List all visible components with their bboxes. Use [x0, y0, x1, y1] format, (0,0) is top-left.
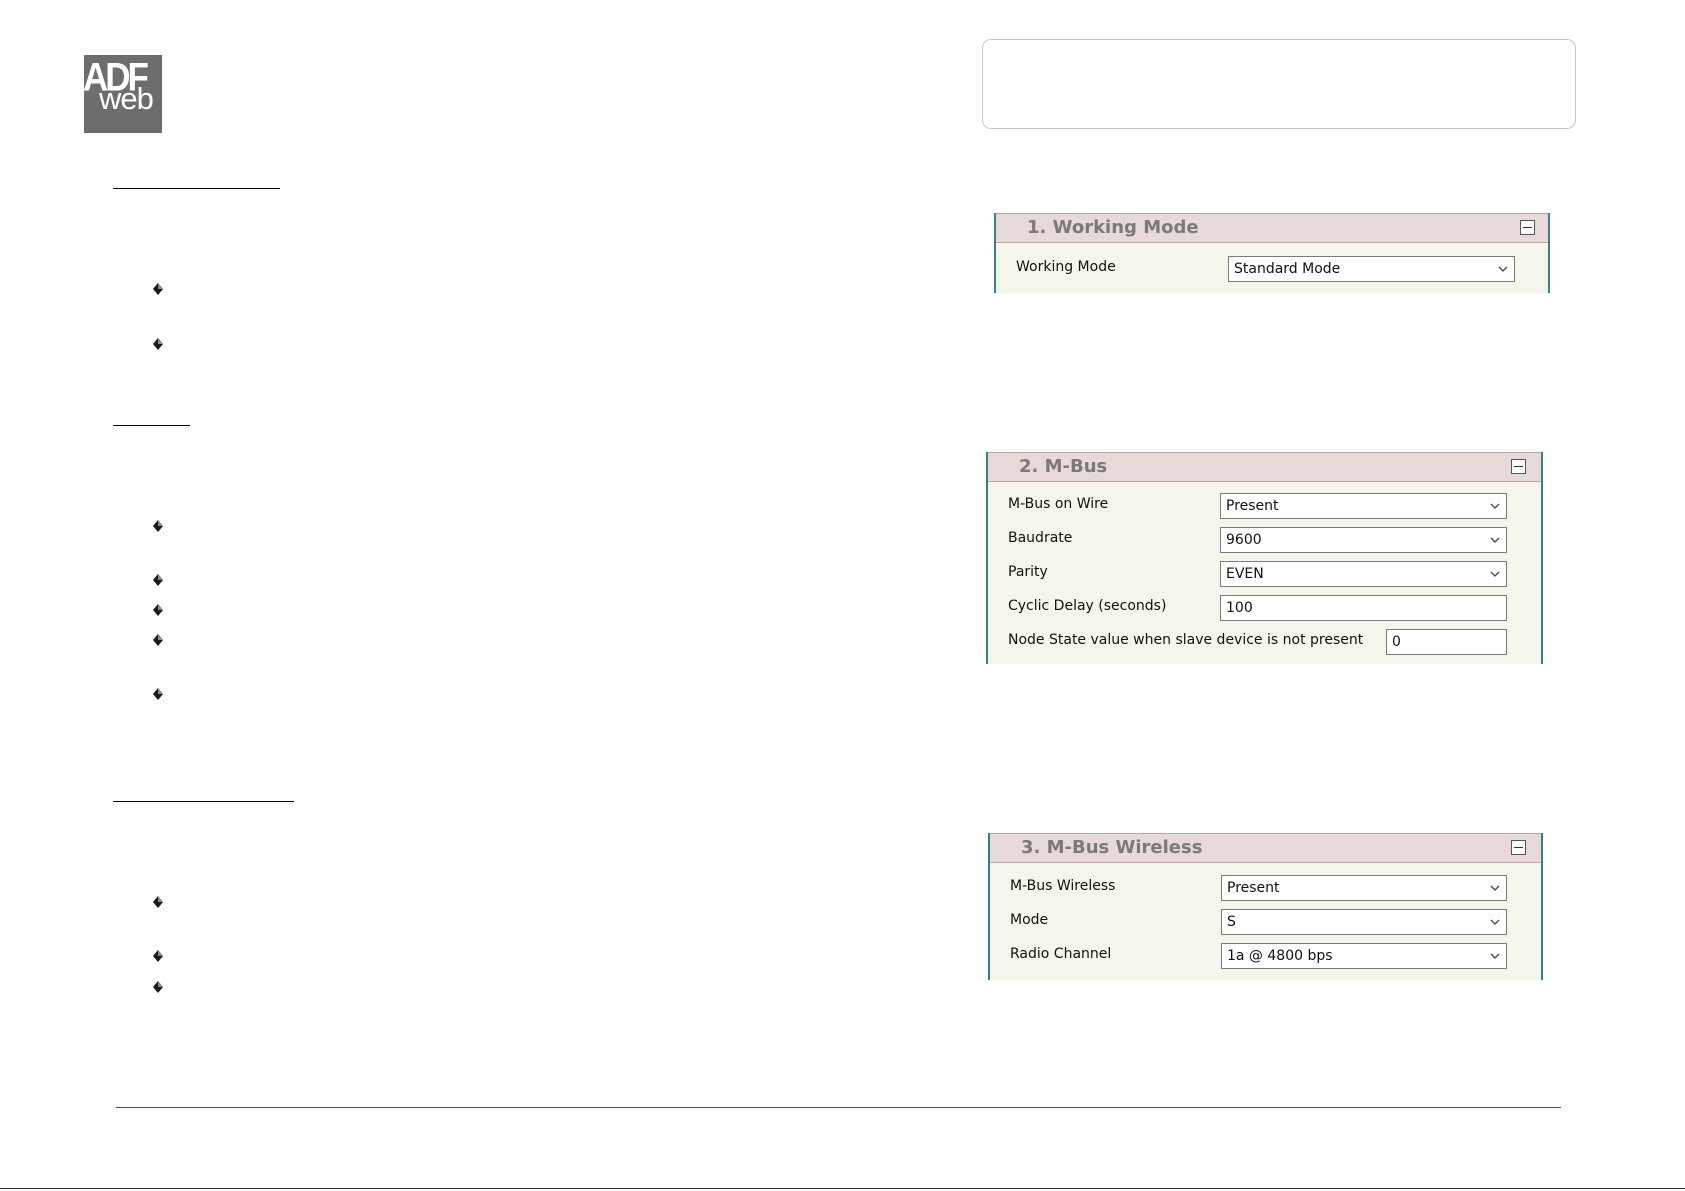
panel-mbus: 2. M-Bus M-Bus on Wire Present Baudrate …: [986, 452, 1543, 664]
working-mode-select[interactable]: Standard Mode: [1228, 256, 1515, 282]
node-state-label: Node State value when slave device is no…: [1008, 632, 1364, 648]
panel-title: 3. M-Bus Wireless: [1021, 837, 1203, 858]
working-mode-label: Working Mode: [1016, 259, 1116, 275]
radio-channel-label: Radio Channel: [1010, 946, 1112, 962]
cyclic-delay-label: Cyclic Delay (seconds): [1008, 598, 1167, 614]
mbus-on-wire-value: Present: [1226, 498, 1279, 514]
panel-header: 1. Working Mode: [996, 213, 1548, 243]
footer-rule: [116, 1107, 1561, 1108]
diamond-arrow-bullet-icon: [151, 519, 165, 533]
chevron-down-icon: [1490, 537, 1500, 543]
diamond-arrow-bullet-icon: [151, 895, 165, 909]
mode-value: S: [1227, 914, 1236, 930]
mbus-on-wire-select[interactable]: Present: [1220, 493, 1507, 519]
cyclic-delay-input[interactable]: 100: [1220, 595, 1507, 621]
section-heading-underline-2: [113, 425, 190, 426]
logo-line2: web: [99, 81, 154, 116]
mode-label: Mode: [1010, 912, 1049, 928]
panel-header: 3. M-Bus Wireless: [990, 833, 1541, 863]
collapse-minus-icon[interactable]: [1520, 220, 1535, 235]
parity-label: Parity: [1008, 564, 1048, 580]
mbus-wireless-label: M-Bus Wireless: [1010, 878, 1116, 894]
panel-title: 1. Working Mode: [1027, 217, 1199, 238]
baudrate-select[interactable]: 9600: [1220, 527, 1507, 553]
baudrate-value: 9600: [1226, 532, 1262, 548]
panel-title: 2. M-Bus: [1019, 456, 1108, 477]
diamond-arrow-bullet-icon: [151, 573, 165, 587]
chevron-down-icon: [1498, 266, 1508, 272]
baudrate-label: Baudrate: [1008, 530, 1073, 546]
section-heading-underline-1: [113, 188, 280, 189]
node-state-value: 0: [1392, 634, 1401, 650]
mbus-wireless-select[interactable]: Present: [1221, 875, 1507, 901]
chevron-down-icon: [1490, 571, 1500, 577]
diamond-arrow-bullet-icon: [151, 603, 165, 617]
chevron-down-icon: [1490, 919, 1500, 925]
diamond-arrow-bullet-icon: [151, 949, 165, 963]
parity-select[interactable]: EVEN: [1220, 561, 1507, 587]
mbus-on-wire-label: M-Bus on Wire: [1008, 496, 1109, 512]
panel-mbus-wireless: 3. M-Bus Wireless M-Bus Wireless Present…: [988, 833, 1543, 980]
radio-channel-value: 1a @ 4800 bps: [1227, 948, 1333, 964]
panel-working-mode: 1. Working Mode Working Mode Standard Mo…: [994, 213, 1550, 293]
panel-header: 2. M-Bus: [988, 452, 1541, 482]
diamond-arrow-bullet-icon: [151, 282, 165, 296]
diamond-arrow-bullet-icon: [151, 687, 165, 701]
diamond-arrow-bullet-icon: [151, 633, 165, 647]
header-box: [982, 39, 1576, 129]
chevron-down-icon: [1490, 885, 1500, 891]
mbus-wireless-value: Present: [1227, 880, 1280, 896]
page-bottom-rule: [0, 1188, 1685, 1189]
node-state-input[interactable]: 0: [1386, 629, 1507, 655]
chevron-down-icon: [1490, 953, 1500, 959]
working-mode-value: Standard Mode: [1234, 261, 1341, 277]
adfweb-logo: ADF web: [84, 55, 162, 133]
mode-select[interactable]: S: [1221, 909, 1507, 935]
section-heading-underline-3: [113, 801, 294, 802]
radio-channel-select[interactable]: 1a @ 4800 bps: [1221, 943, 1507, 969]
parity-value: EVEN: [1226, 566, 1264, 582]
collapse-minus-icon[interactable]: [1511, 840, 1526, 855]
chevron-down-icon: [1490, 503, 1500, 509]
cyclic-delay-value: 100: [1226, 600, 1253, 616]
diamond-arrow-bullet-icon: [151, 980, 165, 994]
diamond-arrow-bullet-icon: [151, 337, 165, 351]
collapse-minus-icon[interactable]: [1511, 459, 1526, 474]
